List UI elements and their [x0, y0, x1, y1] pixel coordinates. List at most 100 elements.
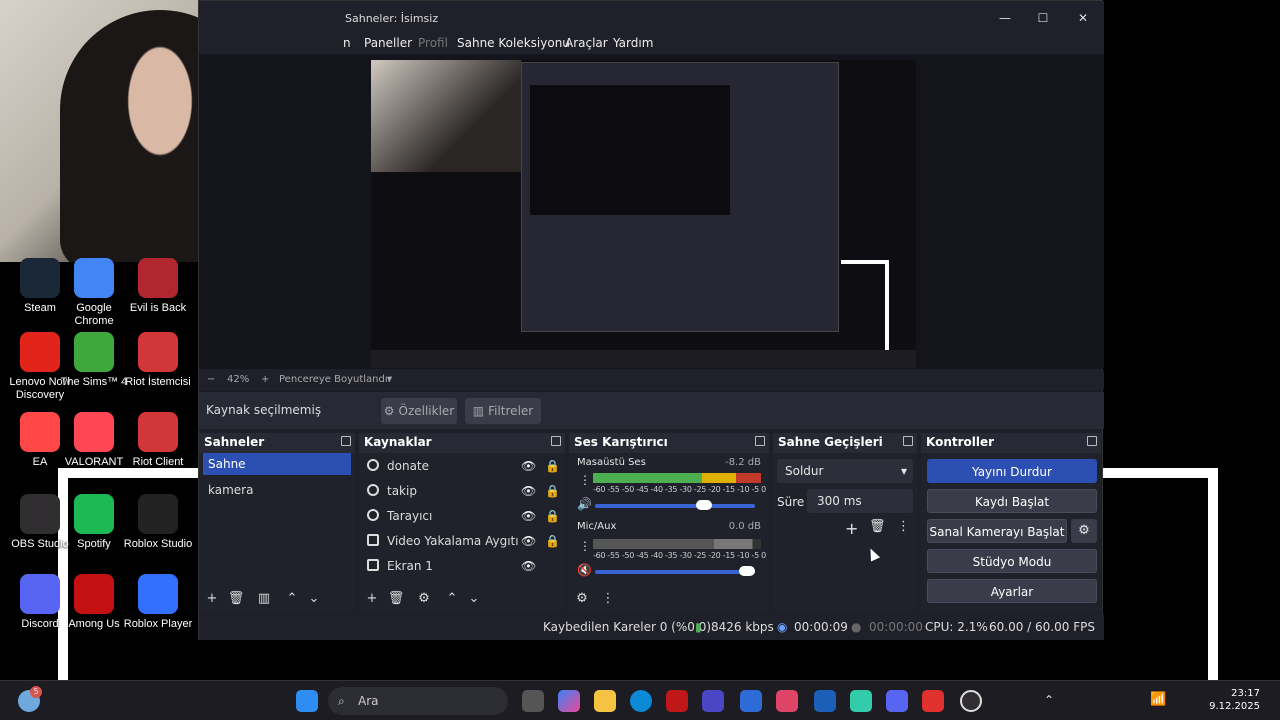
desktop-icon-roblox-studio[interactable]: Roblox Studio — [122, 494, 194, 551]
desktop-icon-valorant[interactable]: VALORANT — [58, 412, 130, 469]
desktop-icon-riot-client[interactable]: Riot Client — [122, 412, 194, 469]
minimize-icon[interactable]: — — [995, 9, 1015, 27]
popout-icon[interactable] — [755, 436, 765, 446]
gear-icon[interactable]: ⚙ — [1071, 519, 1097, 543]
menu-item-view[interactable]: n — [343, 36, 351, 50]
source-item[interactable]: Ekran 1 👁 — [365, 555, 561, 577]
source-item[interactable]: Video Yakalama Aygıtı 👁 🔒 — [365, 530, 561, 552]
close-icon[interactable]: ✕ — [1073, 9, 1093, 27]
popout-icon[interactable] — [1087, 436, 1097, 446]
anydesk-icon[interactable] — [922, 690, 944, 712]
slider-knob[interactable] — [695, 500, 712, 510]
kebab-icon[interactable]: ⋮ — [579, 473, 591, 487]
filters-button[interactable]: ▥ Filtreler — [465, 398, 541, 424]
scene-item[interactable]: Sahne — [203, 453, 351, 475]
popout-icon[interactable] — [551, 436, 561, 446]
lock-icon[interactable]: 🔒 — [545, 530, 560, 552]
menu-item-profile[interactable]: Profil — [418, 36, 448, 50]
wifi-icon[interactable]: 📶 — [1150, 692, 1166, 707]
eye-icon[interactable]: 👁 — [521, 480, 536, 502]
chevron-down-icon[interactable]: ⌄ — [305, 591, 323, 607]
popout-icon[interactable] — [903, 436, 913, 446]
menu-item-scene-collection[interactable]: Sahne Koleksiyonu — [457, 36, 570, 50]
source-item[interactable]: Tarayıcı 👁 🔒 — [365, 505, 561, 527]
chevron-up-icon[interactable]: ⌃ — [1044, 693, 1054, 707]
add-icon[interactable]: + — [845, 519, 858, 538]
app-icon[interactable] — [850, 690, 872, 712]
source-item[interactable]: donate 👁 🔒 — [365, 455, 561, 477]
eye-icon[interactable]: 👁 — [521, 555, 536, 577]
desktop-icon-riot-i-stemcisi[interactable]: Riot İstemcisi — [122, 332, 194, 389]
eye-icon[interactable]: 👁 — [521, 505, 536, 527]
lock-icon[interactable]: 🔒 — [545, 505, 560, 527]
kebab-icon[interactable]: ⋮ — [897, 519, 910, 534]
zoom-out-button[interactable]: − — [207, 374, 215, 385]
start-recording-button[interactable]: Kaydı Başlat — [927, 489, 1097, 513]
edge-icon[interactable] — [630, 690, 652, 712]
filter-icon[interactable]: ▥ — [255, 591, 273, 607]
menu-item-help[interactable]: Yardım — [613, 36, 653, 50]
trash-icon[interactable]: 🗑 — [227, 591, 245, 607]
gear-icon[interactable]: ⚙ — [573, 591, 591, 607]
eye-icon[interactable]: 👁 — [521, 530, 536, 552]
desktop-icon-roblox-player[interactable]: Roblox Player — [122, 574, 194, 631]
chevron-up-icon[interactable]: ⌃ — [443, 591, 461, 607]
level-meter — [593, 473, 761, 483]
kebab-icon[interactable]: ⋮ — [599, 591, 617, 607]
desktop-icon-google-chrome[interactable]: Google Chrome — [58, 258, 130, 328]
add-icon[interactable]: + — [203, 591, 221, 607]
settings-button[interactable]: Ayarlar — [927, 579, 1097, 603]
desktop-icon-evil-is-back[interactable]: Evil is Back — [122, 258, 194, 315]
transitions-title: Sahne Geçişleri — [773, 433, 917, 451]
menu-item-tools[interactable]: Araçlar — [565, 36, 608, 50]
folder-icon[interactable] — [594, 690, 616, 712]
zoom-in-button[interactable]: + — [261, 374, 269, 385]
trash-icon[interactable]: 🗑 — [869, 519, 886, 534]
volume-slider[interactable] — [595, 566, 755, 576]
copilot-icon[interactable] — [558, 690, 580, 712]
store-icon[interactable] — [740, 690, 762, 712]
preview-canvas[interactable] — [371, 60, 916, 368]
properties-button[interactable]: ⚙ Özellikler — [381, 398, 457, 424]
volume-slider[interactable] — [595, 500, 755, 510]
discord-icon[interactable] — [886, 690, 908, 712]
chevron-up-icon[interactable]: ⌃ — [283, 591, 301, 607]
lock-icon[interactable]: 🔒 — [545, 455, 560, 477]
lock-icon[interactable]: 🔒 — [545, 480, 560, 502]
eye-icon[interactable]: 👁 — [521, 455, 536, 477]
desktop-icon-the-sims-4[interactable]: The Sims™ 4 — [58, 332, 130, 389]
stop-streaming-button[interactable]: Yayını Durdur — [927, 459, 1097, 483]
desktop-icon-spotify[interactable]: Spotify — [58, 494, 130, 551]
mic-muted-icon[interactable]: 🔇 — [577, 563, 592, 577]
chevron-down-icon[interactable]: ⌄ — [465, 591, 483, 607]
start-icon[interactable] — [296, 690, 318, 712]
lenovo-icon[interactable] — [814, 690, 836, 712]
slider-knob[interactable] — [739, 566, 755, 576]
chevron-down-icon[interactable]: ▾ — [387, 374, 392, 385]
search-box[interactable]: ⌕ Ara — [328, 687, 508, 715]
speaker-icon[interactable]: 🔊 — [577, 497, 592, 511]
add-icon[interactable]: + — [363, 591, 381, 607]
trash-icon[interactable]: 🗑 — [387, 591, 405, 607]
vpn-icon[interactable] — [702, 690, 724, 712]
duration-input[interactable]: 300 ms — [807, 489, 913, 513]
kebab-icon[interactable]: ⋮ — [579, 539, 591, 553]
obs-icon[interactable] — [960, 690, 982, 712]
popout-icon[interactable] — [341, 436, 351, 446]
transition-select[interactable]: Soldur ▾ — [777, 459, 913, 483]
menu-item-docks[interactable]: Paneller — [364, 36, 412, 50]
taskview-icon[interactable] — [522, 690, 544, 712]
scene-item[interactable]: kamera — [203, 479, 351, 501]
mcafee-icon[interactable] — [666, 690, 688, 712]
source-item[interactable]: takip 👁 🔒 — [365, 480, 561, 502]
start-virtual-camera-button[interactable]: Sanal Kamerayı Başlat — [927, 519, 1067, 543]
desktop-icon-among-us[interactable]: Among Us — [58, 574, 130, 631]
stream-icon: ◉ — [777, 620, 788, 634]
clock[interactable]: 23:17 9.12.2025 — [1209, 687, 1260, 713]
fit-window-button[interactable]: Pencereye Boyutlandır — [279, 374, 392, 385]
gear-icon[interactable]: ⚙ — [415, 591, 433, 607]
maximize-icon[interactable]: ☐ — [1033, 9, 1053, 27]
desktop-icon-label: Riot İstemcisi — [125, 376, 191, 388]
app-icon[interactable] — [776, 690, 798, 712]
studio-mode-button[interactable]: Stüdyo Modu — [927, 549, 1097, 573]
